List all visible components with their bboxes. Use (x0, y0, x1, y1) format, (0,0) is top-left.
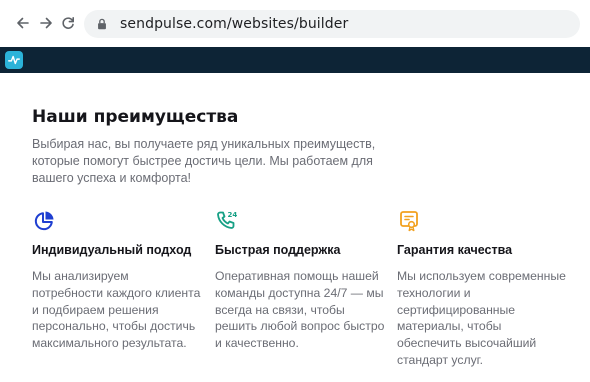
section-intro: Выбирая нас, вы получаете ряд уникальных… (32, 137, 376, 185)
feature-title: Быстрая поддержка (215, 243, 341, 257)
feature-fast-support: 24 Быстрая поддержка Оперативная помощь … (215, 209, 385, 350)
arrow-right-icon (40, 17, 52, 29)
feature-individual-approach: Индивидуальный подход Мы анализируем пот… (32, 209, 202, 350)
feature-title: Гарантия качества (397, 243, 513, 257)
certificate-icon (400, 211, 418, 232)
url-text[interactable]: sendpulse.com/websites/builder (120, 16, 348, 32)
pie-chart-icon (34, 211, 54, 231)
sendpulse-logo-icon[interactable] (5, 51, 23, 69)
arrow-left-icon (17, 17, 29, 29)
forward-button[interactable] (37, 14, 55, 32)
feature-text: Мы анализируем потребности каждого клиен… (32, 269, 201, 351)
section-title: Наши преимущества (32, 107, 239, 127)
reload-button[interactable] (59, 14, 77, 32)
feature-text: Мы используем современные технологии и с… (397, 269, 566, 367)
svg-text:24: 24 (228, 211, 238, 219)
app-header-bar (0, 47, 590, 73)
phone-24-icon: 24 (217, 211, 238, 229)
address-bar[interactable]: sendpulse.com/websites/builder (84, 10, 580, 38)
feature-quality-guarantee: Гарантия качества Мы используем современ… (397, 209, 567, 367)
feature-text: Оперативная помощь нашей команды доступн… (215, 269, 385, 351)
lock-icon[interactable] (94, 16, 110, 32)
browser-chrome: sendpulse.com/websites/builder (0, 0, 590, 47)
reload-icon (62, 17, 74, 29)
back-button[interactable] (14, 14, 32, 32)
feature-title: Индивидуальный подход (32, 243, 192, 257)
